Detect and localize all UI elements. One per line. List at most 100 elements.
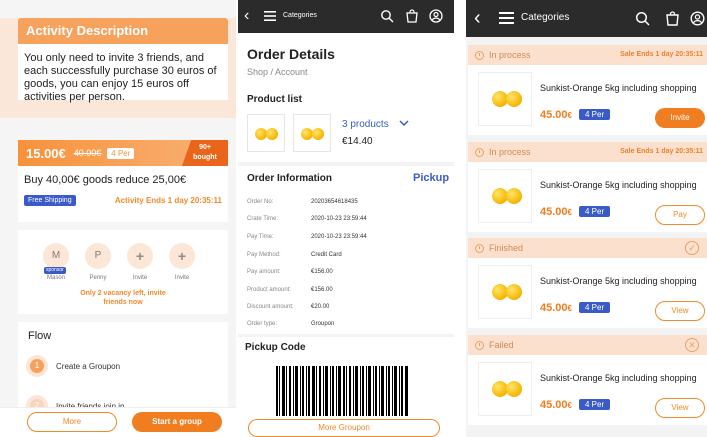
product-thumbnail bbox=[293, 114, 331, 152]
product-thumbnail bbox=[247, 114, 285, 152]
pay-button[interactable]: Pay bbox=[655, 205, 705, 225]
price-bar: 15.00€ 40.00€ 4 Per 90+ bought bbox=[18, 140, 228, 166]
per-badge: 4 Per bbox=[579, 109, 611, 120]
categories-label[interactable]: Categories bbox=[283, 12, 317, 19]
deal-card: 15.00€ 40.00€ 4 Per 90+ bought Buy 40,00… bbox=[18, 140, 228, 222]
current-price: 15.00€ bbox=[26, 145, 66, 161]
price-currency: € bbox=[567, 208, 572, 217]
clock-icon bbox=[475, 243, 484, 253]
step-number-text: 1 bbox=[30, 359, 44, 373]
flow-title: Flow bbox=[28, 330, 52, 342]
product-name[interactable]: Sunkist-Orange 5kg including shopping bbox=[540, 180, 697, 190]
account-icon[interactable] bbox=[429, 9, 443, 23]
plus-icon[interactable]: + bbox=[169, 243, 195, 269]
view-button[interactable]: View bbox=[655, 398, 705, 418]
avatar-initial: P bbox=[94, 250, 102, 261]
order-card[interactable]: Failed ✕ Sunkist-Orange 5kg including sh… bbox=[468, 335, 707, 425]
member-penny: P Penny bbox=[83, 243, 113, 281]
back-chevron-icon[interactable]: ‹ bbox=[244, 7, 249, 25]
price-currency: € bbox=[567, 401, 572, 410]
products-total: €14.40 bbox=[342, 136, 373, 147]
sale-countdown: Sale Ends 1 day 20:35:11 bbox=[620, 148, 703, 155]
order-card[interactable]: Finished ✓ Sunkist-Orange 5kg including … bbox=[468, 238, 707, 328]
activity-countdown: Activity Ends 1 day 20:35:11 bbox=[114, 196, 222, 205]
pay-time-label: Pay Time: bbox=[247, 234, 274, 240]
more-groupon-button[interactable]: More Groupon bbox=[248, 419, 440, 437]
crate-time-label: Crate Time: bbox=[247, 216, 279, 222]
product-thumbnail[interactable] bbox=[478, 265, 532, 319]
product-list-title: Product list bbox=[247, 94, 303, 105]
clock-icon bbox=[475, 50, 484, 60]
step-number: 1 bbox=[26, 355, 48, 377]
plus-glyph: + bbox=[177, 248, 187, 264]
bottom-action-bar: More Start a group bbox=[0, 407, 236, 437]
deal-text: Buy 40,00€ goods reduce 25,00€ bbox=[24, 174, 187, 186]
clock-icon bbox=[475, 340, 484, 350]
plus-icon[interactable]: + bbox=[127, 243, 153, 269]
activity-header: Activity Description You only need to in… bbox=[0, 18, 236, 118]
account-icon[interactable] bbox=[690, 11, 705, 26]
avatar: P bbox=[85, 243, 111, 269]
bought-badge: 90+ bought bbox=[182, 140, 228, 166]
vacancy-notice: Only 2 vacancy left, invite friends now bbox=[80, 290, 166, 306]
avatar-initial: M bbox=[51, 250, 61, 261]
cross-icon: ✕ bbox=[685, 338, 699, 352]
chevron-down-icon[interactable] bbox=[399, 119, 409, 127]
price-currency: € bbox=[567, 304, 572, 313]
member-name: Penny bbox=[89, 275, 107, 281]
search-icon[interactable] bbox=[380, 9, 394, 23]
categories-label[interactable]: Categories bbox=[521, 12, 569, 23]
shopping-bag-icon[interactable] bbox=[665, 11, 680, 26]
products-count-link[interactable]: 3 products bbox=[342, 119, 389, 130]
product-thumbnail[interactable] bbox=[478, 169, 532, 223]
breadcrumb[interactable]: Shop / Account bbox=[247, 67, 308, 77]
search-icon[interactable] bbox=[635, 11, 650, 26]
product-name[interactable]: Sunkist-Orange 5kg including shopping bbox=[540, 373, 697, 383]
product-name[interactable]: Sunkist-Orange 5kg including shopping bbox=[540, 83, 697, 93]
discount-amount-label: Discount amount: bbox=[247, 304, 294, 310]
section-divider bbox=[238, 162, 454, 166]
product-price: 45.00€ bbox=[540, 109, 572, 121]
order-no-value: 20203654618435 bbox=[311, 199, 358, 205]
order-status-bar: Failed ✕ bbox=[468, 335, 707, 355]
more-button[interactable]: More bbox=[27, 412, 117, 432]
order-status-bar: In process Sale Ends 1 day 20:35:11 bbox=[468, 142, 707, 162]
barcode-image bbox=[276, 366, 408, 416]
menu-icon[interactable] bbox=[264, 10, 276, 22]
free-shipping-badge: Free Shipping bbox=[24, 195, 76, 206]
product-thumbnail[interactable] bbox=[478, 72, 532, 126]
original-price: 40.00€ bbox=[73, 148, 102, 158]
pickup-code-title: Pickup Code bbox=[245, 342, 306, 353]
invite-button[interactable]: Invite bbox=[655, 108, 705, 128]
order-status-bar: Finished ✓ bbox=[468, 238, 707, 258]
member-name: Mason bbox=[46, 275, 65, 281]
pickup-link[interactable]: Pickup bbox=[413, 172, 449, 184]
order-card[interactable]: In process Sale Ends 1 day 20:35:11 Sunk… bbox=[468, 142, 707, 232]
plus-glyph: + bbox=[135, 248, 145, 264]
invite-label: Invite bbox=[174, 275, 190, 281]
invite-slot-1[interactable]: + Invite bbox=[125, 243, 155, 281]
order-status-bar: In process Sale Ends 1 day 20:35:11 bbox=[468, 45, 707, 65]
product-price: 45.00€ bbox=[540, 399, 572, 411]
sale-countdown: Sale Ends 1 day 20:35:11 bbox=[620, 51, 703, 58]
order-card[interactable]: In process Sale Ends 1 day 20:35:11 Sunk… bbox=[468, 45, 707, 135]
group-members: M sponsor Mason P Penny + Invite + Invit… bbox=[18, 230, 228, 314]
price-currency: € bbox=[567, 111, 572, 120]
invite-slot-2[interactable]: + Invite bbox=[167, 243, 197, 281]
crate-time-value: 2020-10-23 23:59:44 bbox=[311, 216, 367, 222]
product-name[interactable]: Sunkist-Orange 5kg including shopping bbox=[540, 276, 697, 286]
view-button[interactable]: View bbox=[655, 301, 705, 321]
product-thumbnail[interactable] bbox=[478, 362, 532, 416]
per-badge: 4 Per bbox=[579, 206, 611, 217]
per-badge: 4 Per bbox=[579, 399, 611, 410]
shopping-bag-icon[interactable] bbox=[405, 9, 419, 23]
sponsor-badge: sponsor bbox=[44, 267, 66, 274]
start-group-button[interactable]: Start a group bbox=[132, 412, 222, 432]
pay-amount-value: €156.00 bbox=[311, 269, 333, 275]
avatar: M sponsor bbox=[43, 243, 69, 274]
menu-icon[interactable] bbox=[499, 11, 514, 25]
product-amount-value: €156.00 bbox=[311, 287, 333, 293]
price-value: 45.00 bbox=[540, 302, 568, 314]
per-badge: 4 Per bbox=[107, 147, 135, 159]
back-chevron-icon[interactable]: ‹ bbox=[474, 7, 481, 30]
